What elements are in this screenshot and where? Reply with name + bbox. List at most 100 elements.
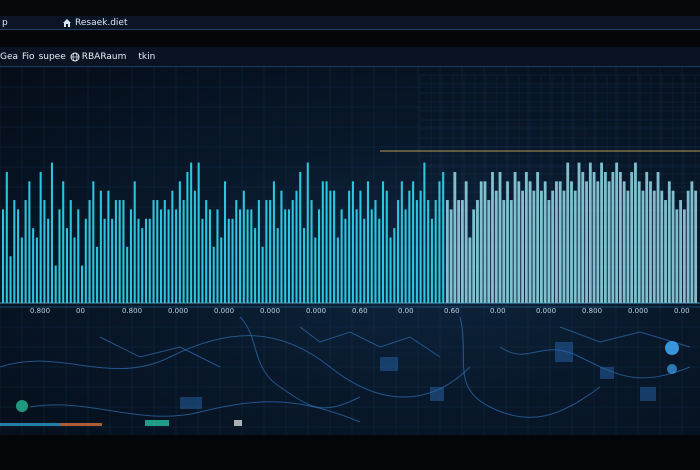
chart-bar xyxy=(186,171,189,303)
chart-bar xyxy=(235,200,238,303)
chart-bar xyxy=(487,200,491,303)
menu-item-gea[interactable]: Gea xyxy=(0,52,18,62)
tick-label: 0.000 xyxy=(306,307,326,315)
tick-label: 0.00 xyxy=(490,307,506,315)
chart-bar xyxy=(137,218,140,303)
chart-bar xyxy=(212,246,215,303)
chart-bar xyxy=(333,190,336,303)
chart-bar xyxy=(133,181,136,303)
chart-bar xyxy=(250,209,253,303)
chart-bar xyxy=(167,209,170,303)
chart-bar xyxy=(99,190,102,303)
chart-bar xyxy=(284,209,287,303)
chart-bar xyxy=(419,190,422,303)
chart-bar xyxy=(381,181,385,303)
chart-bar xyxy=(539,190,543,303)
chart-bar xyxy=(449,209,453,303)
chart-bar xyxy=(156,200,159,303)
chart-bar xyxy=(2,209,5,303)
chart-bar xyxy=(257,200,260,303)
chart-bar xyxy=(649,181,652,303)
chart-bar xyxy=(96,246,99,303)
chart-bar xyxy=(201,218,204,303)
chart-bar xyxy=(615,162,619,303)
chart-bar xyxy=(664,200,667,303)
chart-bar xyxy=(521,190,524,303)
chart-bar xyxy=(58,209,61,303)
toolbar: Gea Fio supee RBARaum tkin xyxy=(0,47,700,67)
chart-bar xyxy=(227,218,230,303)
chart-bar xyxy=(265,200,268,303)
bottom-strip xyxy=(0,435,700,470)
chart-bar xyxy=(111,218,114,303)
bars-layer xyxy=(2,162,698,303)
chart-bar xyxy=(77,209,80,303)
chart-bar xyxy=(351,181,354,303)
globe-icon xyxy=(70,52,80,61)
window-title: Resaek.diet xyxy=(62,18,127,28)
chart-bar xyxy=(223,181,227,303)
chart-bar xyxy=(32,228,35,303)
chart-bar xyxy=(152,200,155,303)
chart-bar xyxy=(652,190,656,303)
window-title-text: Resaek.diet xyxy=(75,17,128,28)
chart-bar xyxy=(694,190,698,303)
chart-bar xyxy=(671,190,675,303)
chart-bar xyxy=(122,200,125,303)
home-icon xyxy=(63,19,71,27)
chart-bar xyxy=(81,265,84,303)
chart-bar xyxy=(536,171,540,303)
map-block xyxy=(430,387,444,401)
chart-bar xyxy=(107,190,110,303)
chart-bar xyxy=(84,218,87,303)
chart-bar xyxy=(675,209,679,303)
chart-bar xyxy=(494,190,498,303)
map-marker xyxy=(16,400,28,412)
chart-bar xyxy=(393,228,396,303)
menu-item-tkin[interactable]: tkin xyxy=(138,52,155,62)
chart-bar xyxy=(103,218,106,303)
chart-bar xyxy=(163,200,166,303)
chart-bar xyxy=(65,228,69,303)
menu-item-supee[interactable]: supee xyxy=(39,52,66,62)
menu-item-fio[interactable]: Fio xyxy=(22,52,35,62)
chart-bar xyxy=(261,246,264,303)
chart-bar xyxy=(686,190,690,303)
chart-bar xyxy=(231,218,234,303)
chart-bar xyxy=(588,162,592,303)
chart-bar xyxy=(667,181,671,303)
visualization-canvas: 0.800 00 0.800 0.000 0.000 0.000 0.000 0.60 0.00… xyxy=(0,67,700,435)
chart-bar xyxy=(171,190,174,303)
chart-bar xyxy=(321,181,324,303)
map-block xyxy=(380,357,398,371)
chart-bar xyxy=(73,237,76,303)
chart-bar xyxy=(532,190,536,303)
chart-bar xyxy=(479,181,483,303)
chart-bar xyxy=(404,209,407,303)
chart-bar xyxy=(336,237,339,303)
chart-bar xyxy=(502,200,506,303)
chart-bar xyxy=(453,171,457,303)
chart-bar xyxy=(280,190,283,303)
chart-bar xyxy=(17,209,20,303)
chart-bar xyxy=(438,181,441,303)
chart-bar xyxy=(340,209,343,303)
chart-bar xyxy=(592,171,596,303)
tick-label: 0.800 xyxy=(582,307,602,315)
chart-bar xyxy=(524,171,528,303)
spacer xyxy=(0,30,700,47)
menu-item-rbaraum[interactable]: RBARaum xyxy=(70,52,126,62)
chart-bar xyxy=(656,171,660,303)
chart-bar xyxy=(366,181,369,303)
chart-bar xyxy=(622,181,626,303)
chart-bar xyxy=(513,171,517,303)
chart-bar xyxy=(269,200,272,303)
chart-bar xyxy=(20,237,23,303)
chart-bar xyxy=(389,237,392,303)
chart-bar xyxy=(325,181,328,303)
chart-bar xyxy=(208,209,211,303)
map-block xyxy=(640,387,656,401)
chart-bar xyxy=(607,181,611,303)
chart-bar xyxy=(355,209,358,303)
chart-bar xyxy=(626,190,630,303)
